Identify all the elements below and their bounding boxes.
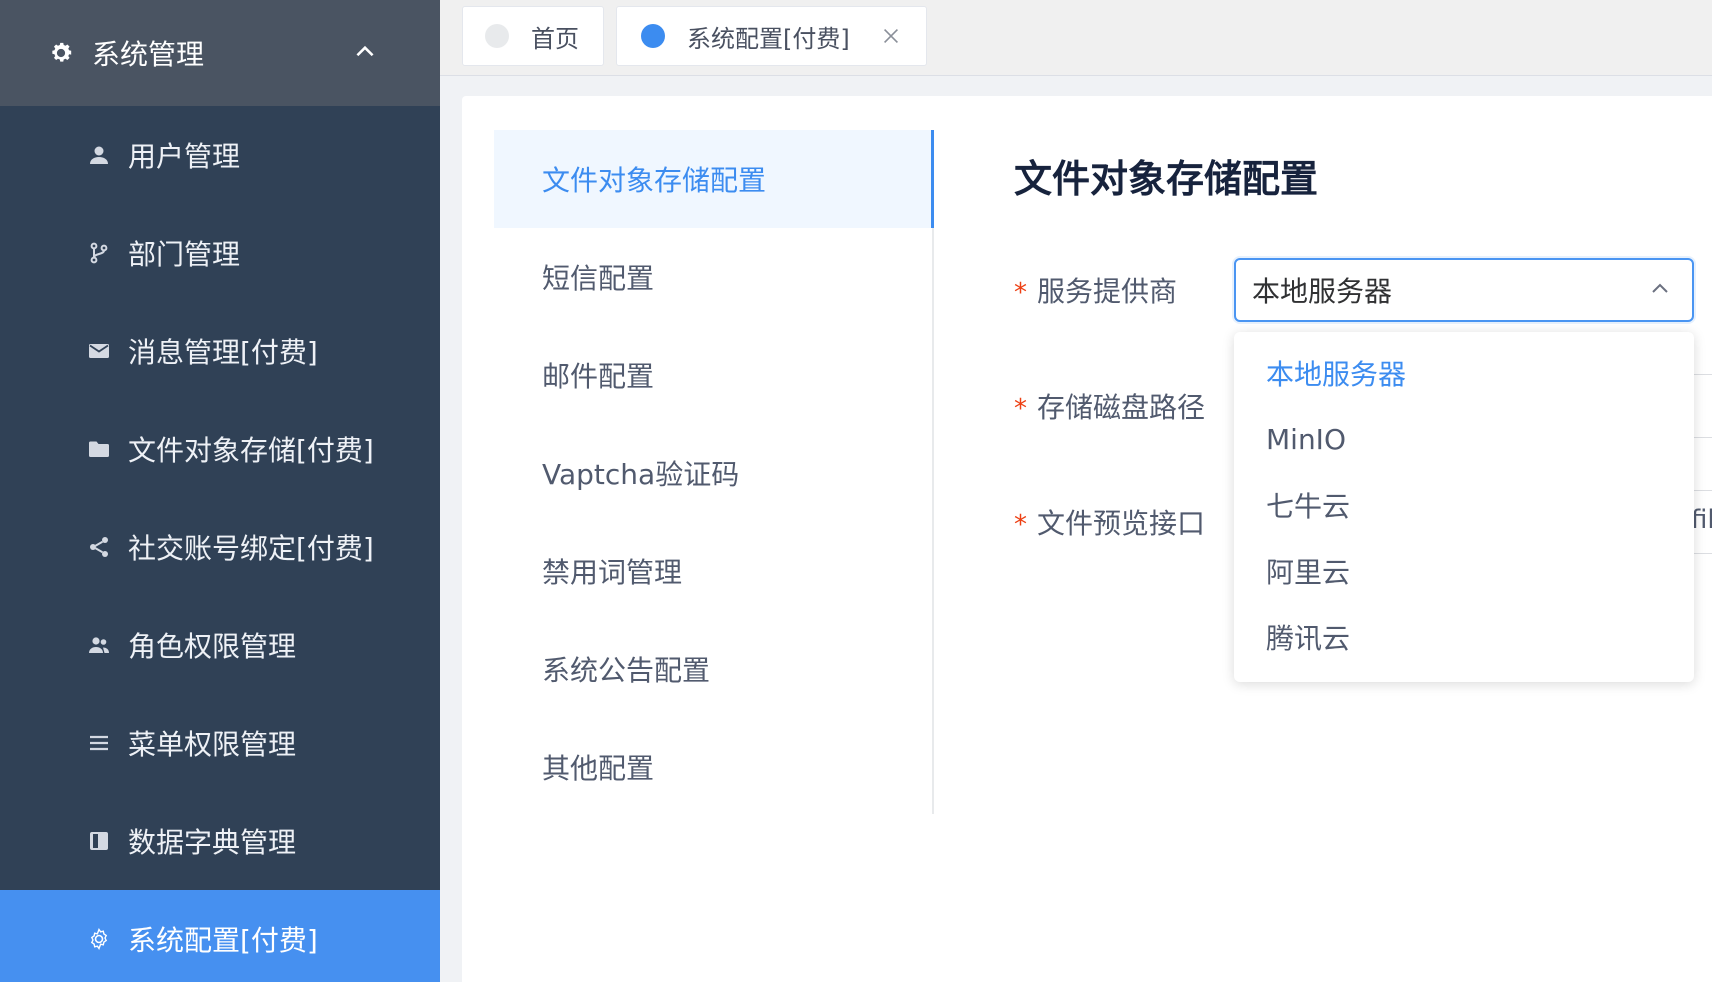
tab-system-config[interactable]: 系统配置[付费] xyxy=(616,6,927,66)
form-label-text: 文件预览接口 xyxy=(1037,507,1206,540)
sidebar-item-label: 数据字典管理 xyxy=(128,826,297,859)
sidebar-item-social-binding[interactable]: 社交账号绑定[付费] xyxy=(0,498,440,596)
sidebar-item-file-storage[interactable]: 文件对象存储[付费] xyxy=(0,400,440,498)
sidebar-item-system-config[interactable]: 系统配置[付费] xyxy=(0,890,440,982)
submenu-item-label: 系统公告配置 xyxy=(542,654,711,687)
dropdown-option-minio[interactable]: MinIO xyxy=(1234,406,1694,472)
sidebar-item-user-management[interactable]: 用户管理 xyxy=(0,106,440,204)
sidebar-item-label: 社交账号绑定[付费] xyxy=(128,532,374,565)
submenu-item-file-storage-config[interactable]: 文件对象存储配置 xyxy=(494,130,934,228)
tab-label: 首页 xyxy=(531,24,579,53)
form-row-preview-api: * 文件预览接口 xyxy=(1014,490,1234,554)
form-label: * 文件预览接口 xyxy=(1014,502,1234,542)
gear-icon xyxy=(48,40,74,66)
page-title: 文件对象存储配置 xyxy=(1014,157,1319,201)
required-mark: * xyxy=(1014,278,1027,308)
settings-icon xyxy=(86,926,112,952)
mail-icon xyxy=(86,338,112,364)
dropdown-option-qiniu[interactable]: 七牛云 xyxy=(1234,472,1694,538)
content-card: 文件对象存储配置 短信配置 邮件配置 Vaptcha验证码 禁用词管理 系统公告… xyxy=(462,96,1712,982)
submenu-item-other-config[interactable]: 其他配置 xyxy=(494,718,932,816)
sidebar-item-data-dictionary[interactable]: 数据字典管理 xyxy=(0,792,440,890)
tab-status-dot xyxy=(485,24,509,48)
tab-status-dot xyxy=(641,24,665,48)
dropdown-option-tencent-cloud[interactable]: 腾讯云 xyxy=(1234,604,1694,670)
user-icon xyxy=(86,142,112,168)
submenu-item-label: 邮件配置 xyxy=(542,360,655,393)
option-label: 腾讯云 xyxy=(1266,622,1351,655)
tab-label: 系统配置[付费] xyxy=(687,24,850,53)
submenu-item-sms-config[interactable]: 短信配置 xyxy=(494,228,932,326)
folder-icon xyxy=(86,436,112,462)
required-mark: * xyxy=(1014,510,1027,540)
preview-api-value: fil xyxy=(1691,505,1712,535)
option-label: 本地服务器 xyxy=(1266,358,1407,391)
close-icon[interactable] xyxy=(880,25,902,47)
sidebar: 系统管理 用户管理 部门管理 消息管理[付费] 文件对象存储[付费] 社交账号绑… xyxy=(0,0,440,982)
sidebar-group-label: 系统管理 xyxy=(92,38,205,71)
sidebar-item-label: 菜单权限管理 xyxy=(128,728,297,761)
submenu-item-vaptcha[interactable]: Vaptcha验证码 xyxy=(494,424,932,522)
form-label: * 服务提供商 xyxy=(1014,270,1234,310)
form-row-disk-path: * 存储磁盘路径 xyxy=(1014,374,1234,438)
option-label: MinIO xyxy=(1266,422,1346,456)
chevron-up-icon xyxy=(352,39,380,67)
chevron-up-icon xyxy=(1648,277,1674,303)
sidebar-item-menu-permissions[interactable]: 菜单权限管理 xyxy=(0,694,440,792)
dropdown-option-aliyun[interactable]: 阿里云 xyxy=(1234,538,1694,604)
branch-icon xyxy=(86,240,112,266)
tab-home[interactable]: 首页 xyxy=(462,6,604,66)
sidebar-item-label: 文件对象存储[付费] xyxy=(128,434,374,467)
submenu-item-label: Vaptcha验证码 xyxy=(542,458,740,491)
form-label: * 存储磁盘路径 xyxy=(1014,386,1234,426)
required-mark: * xyxy=(1014,394,1027,424)
sidebar-item-label: 系统配置[付费] xyxy=(128,924,318,957)
form-row-provider: * 服务提供商 xyxy=(1014,258,1234,322)
option-label: 阿里云 xyxy=(1266,556,1351,589)
submenu-item-label: 其他配置 xyxy=(542,752,655,785)
submenu-item-announcement[interactable]: 系统公告配置 xyxy=(494,620,932,718)
form-label-text: 服务提供商 xyxy=(1037,275,1178,308)
sidebar-item-role-permissions[interactable]: 角色权限管理 xyxy=(0,596,440,694)
menu-icon xyxy=(86,730,112,756)
share-icon xyxy=(86,534,112,560)
sidebar-group-system-management[interactable]: 系统管理 xyxy=(0,0,440,106)
sidebar-item-label: 用户管理 xyxy=(128,140,241,173)
submenu-item-email-config[interactable]: 邮件配置 xyxy=(494,326,932,424)
sidebar-item-label: 部门管理 xyxy=(128,238,241,271)
dropdown-option-local-server[interactable]: 本地服务器 xyxy=(1234,340,1694,406)
submenu-item-label: 短信配置 xyxy=(542,262,655,295)
app-root: 系统管理 用户管理 部门管理 消息管理[付费] 文件对象存储[付费] 社交账号绑… xyxy=(0,0,1712,982)
tabs-bar: 首页 系统配置[付费] xyxy=(440,0,1712,76)
users-icon xyxy=(86,632,112,658)
book-icon xyxy=(86,828,112,854)
sidebar-item-department-management[interactable]: 部门管理 xyxy=(0,204,440,302)
form-label-text: 存储磁盘路径 xyxy=(1037,391,1206,424)
submenu-item-label: 禁用词管理 xyxy=(542,556,683,589)
provider-dropdown: 本地服务器 MinIO 七牛云 阿里云 腾讯云 xyxy=(1234,332,1694,682)
provider-select-value: 本地服务器 xyxy=(1252,275,1393,308)
config-submenu: 文件对象存储配置 短信配置 邮件配置 Vaptcha验证码 禁用词管理 系统公告… xyxy=(494,130,934,814)
sidebar-item-label: 角色权限管理 xyxy=(128,630,297,663)
provider-select[interactable]: 本地服务器 xyxy=(1234,258,1694,322)
option-label: 七牛云 xyxy=(1266,490,1351,523)
sidebar-item-label: 消息管理[付费] xyxy=(128,336,318,369)
submenu-item-banned-words[interactable]: 禁用词管理 xyxy=(494,522,932,620)
sidebar-item-message-management[interactable]: 消息管理[付费] xyxy=(0,302,440,400)
submenu-item-label: 文件对象存储配置 xyxy=(542,164,767,197)
